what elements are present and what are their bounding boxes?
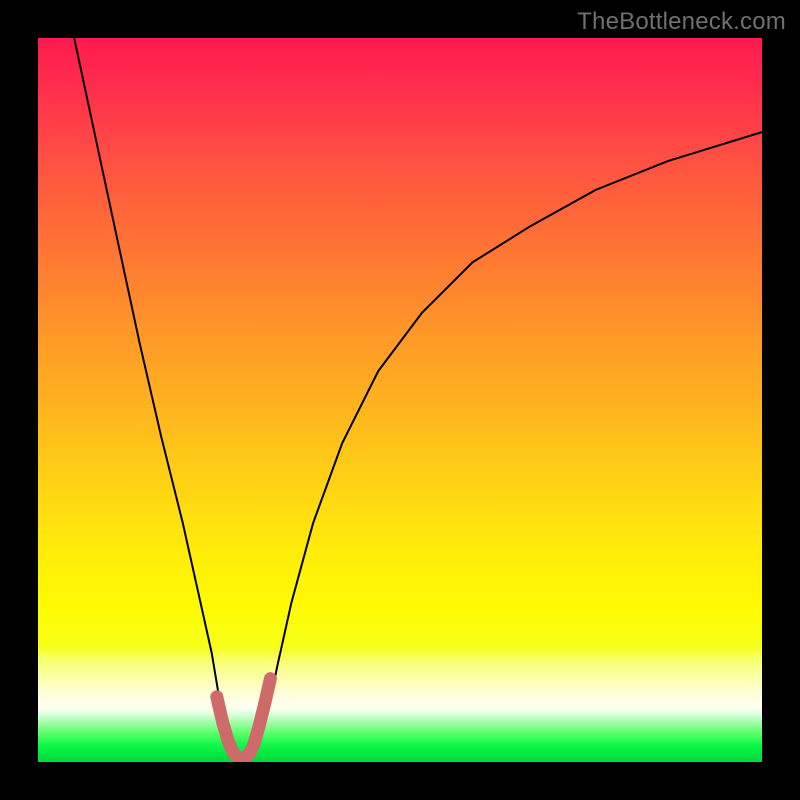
bottleneck-curve xyxy=(74,38,762,756)
highlight-minimum xyxy=(217,679,271,758)
chart-svg xyxy=(38,38,762,762)
watermark-text: TheBottleneck.com xyxy=(577,8,786,36)
chart-frame: TheBottleneck.com xyxy=(0,0,800,800)
chart-plot-area xyxy=(38,38,762,762)
